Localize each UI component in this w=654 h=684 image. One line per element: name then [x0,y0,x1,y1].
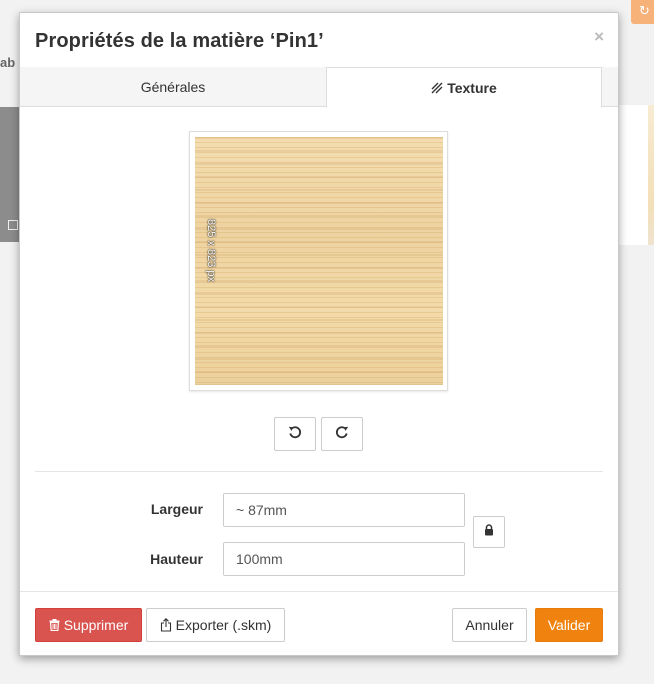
cancel-button[interactable]: Annuler [452,608,527,642]
rotate-left-icon [287,424,303,445]
tab-general[interactable]: Générales [20,67,326,107]
section-divider [35,471,603,472]
rotate-left-button[interactable] [274,417,316,451]
rotate-right-button[interactable] [321,417,363,451]
material-properties-dialog: Propriétés de la matière ‘Pin1’ × Généra… [19,12,619,656]
tab-bar: Générales Texture [20,67,618,108]
width-label: Largeur [150,501,203,517]
lock-icon [484,523,494,541]
delete-button[interactable]: Supprimer [35,608,142,642]
wood-texture-image: 825 x 823 px [195,137,443,385]
texture-preview: 825 x 823 px [189,131,448,391]
background-tile [0,107,20,242]
tab-texture-label: Texture [447,80,497,96]
height-label: Hauteur [150,551,203,567]
dialog-title: Propriétés de la matière ‘Pin1’ [35,30,324,52]
aspect-lock-button[interactable] [473,516,505,548]
tab-general-label: Générales [140,79,206,95]
texture-dimensions: 825 x 823 px [195,137,443,385]
background-tile-icon [8,220,18,230]
rotate-right-icon [334,424,350,445]
background-text: ab [0,55,16,70]
height-field[interactable] [223,542,465,576]
refresh-icon: ↻ [639,3,650,18]
dialog-footer: Supprimer Exporter (.skm) Annuler Valide… [20,591,618,655]
hatch-icon [431,69,443,109]
export-button[interactable]: Exporter (.skm) [146,608,285,642]
validate-button[interactable]: Valider [535,608,603,642]
width-field[interactable] [223,493,465,527]
background-card-thumbnail [648,105,654,245]
close-icon[interactable]: × [594,28,604,45]
export-button-label: Exporter (.skm) [175,617,272,633]
validate-button-label: Valider [547,617,591,633]
share-icon [160,618,172,632]
texture-dimensions-label: 825 x 823 px [205,219,217,282]
trash-icon [49,619,60,632]
background-refresh-button[interactable]: ↻ [631,0,654,24]
tab-texture[interactable]: Texture [326,67,602,108]
cancel-button-label: Annuler [465,617,514,633]
background-card [617,105,654,245]
delete-button-label: Supprimer [63,617,129,633]
